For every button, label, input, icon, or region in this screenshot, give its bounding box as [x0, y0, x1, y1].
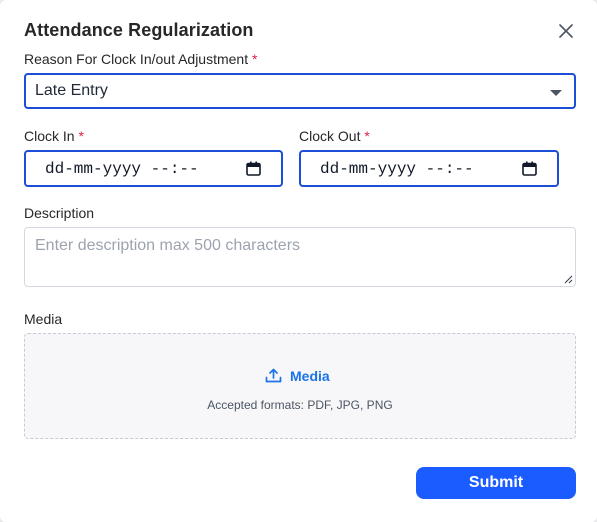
- description-label: Description: [24, 205, 95, 221]
- clock-in-label: Clock In *: [24, 128, 84, 144]
- description-textarea[interactable]: Enter description max 500 characters: [24, 227, 576, 287]
- reason-label: Reason For Clock In/out Adjustment *: [24, 51, 257, 67]
- calendar-icon[interactable]: [246, 161, 261, 176]
- submit-button[interactable]: Submit: [416, 467, 576, 499]
- required-mark: *: [364, 128, 370, 144]
- required-mark: *: [78, 128, 84, 144]
- clock-out-label-text: Clock Out: [299, 128, 361, 144]
- reason-label-text: Reason For Clock In/out Adjustment: [24, 51, 249, 67]
- media-label: Media: [24, 311, 63, 327]
- media-dropzone[interactable]: Media Accepted formats: PDF, JPG, PNG: [24, 333, 576, 439]
- clock-out-datetime-input[interactable]: dd-mm-yyyy --:--: [299, 150, 559, 187]
- clock-out-value: dd-mm-yyyy --:--: [320, 159, 474, 178]
- calendar-icon[interactable]: [522, 161, 537, 176]
- caret-down-icon: [550, 90, 562, 96]
- required-mark: *: [252, 51, 258, 67]
- close-icon[interactable]: [556, 21, 576, 41]
- description-placeholder: Enter description max 500 characters: [35, 237, 301, 254]
- clock-in-value: dd-mm-yyyy --:--: [45, 159, 199, 178]
- media-upload-label: Media: [290, 367, 330, 384]
- accepted-formats-text: Accepted formats: PDF, JPG, PNG: [207, 398, 393, 412]
- clock-in-label-text: Clock In: [24, 128, 75, 144]
- reason-select[interactable]: Late Entry: [24, 73, 576, 109]
- clock-out-label: Clock Out *: [299, 128, 370, 144]
- reason-select-value: Late Entry: [35, 82, 108, 99]
- attendance-regularization-dialog: Attendance Regularization Reason For Clo…: [0, 0, 597, 522]
- clock-in-datetime-input[interactable]: dd-mm-yyyy --:--: [24, 150, 283, 187]
- dialog-title: Attendance Regularization: [24, 20, 254, 40]
- upload-icon: [265, 368, 282, 383]
- media-upload-button[interactable]: Media: [265, 367, 330, 384]
- resize-handle-icon[interactable]: [563, 274, 573, 284]
